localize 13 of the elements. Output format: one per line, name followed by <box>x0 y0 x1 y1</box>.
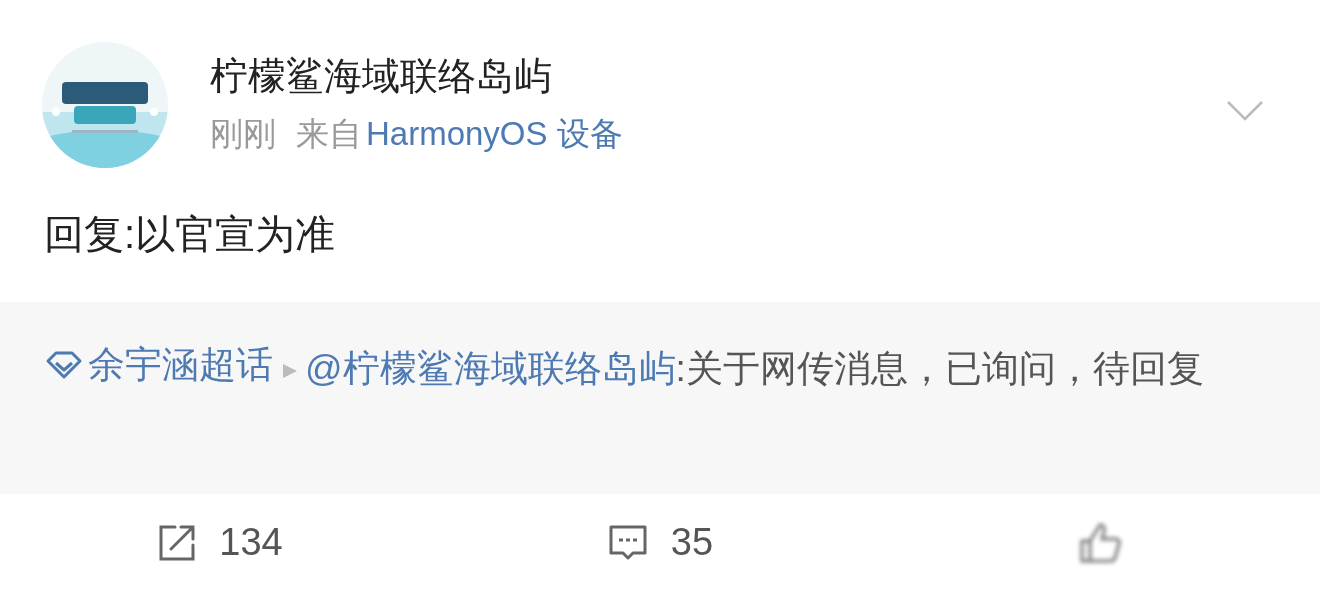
action-count: 134 <box>219 520 283 566</box>
diamond-icon <box>44 349 84 381</box>
source-label: 来自 <box>296 114 362 154</box>
quoted-post[interactable]: 余宇涵超话 @柠檬鲨海域联络岛屿:关于网传消息，已询问，待回复 <box>0 302 1320 494</box>
quoted-text: 余宇涵超话 @柠檬鲨海域联络岛屿:关于网传消息，已询问，待回复 <box>44 332 1276 402</box>
author-name[interactable]: 柠檬鲨海域联络岛屿 <box>210 52 1226 100</box>
chevron-down-icon[interactable] <box>1226 100 1264 122</box>
source-link[interactable]: HarmonyOS 设备 <box>366 112 623 156</box>
post-text: 回复:以官宣为准 <box>43 211 337 258</box>
post-time: 刚刚 <box>210 114 276 154</box>
mention-link[interactable]: @柠檬鲨海域联络岛屿 <box>305 348 676 389</box>
action-count: 35 <box>670 520 714 566</box>
topic-link[interactable]: 余宇涵超话 <box>44 332 273 398</box>
